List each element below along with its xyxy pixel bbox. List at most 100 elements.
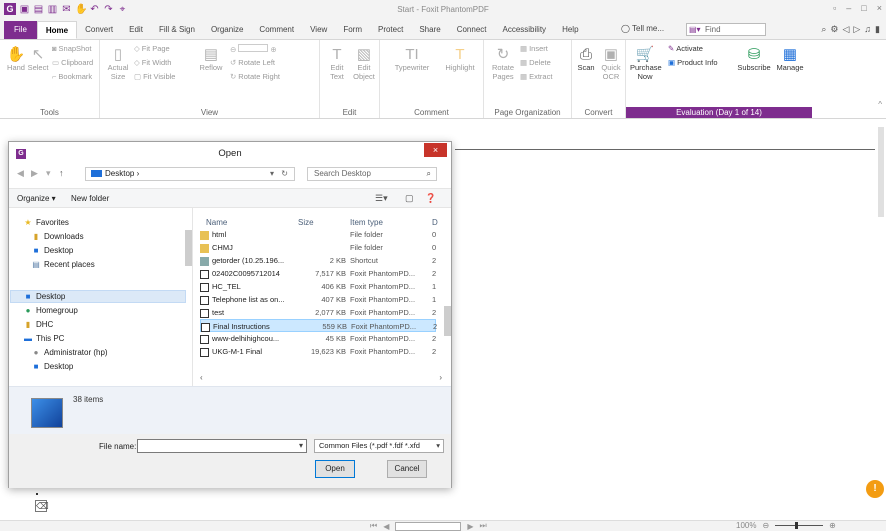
file-row[interactable]: html File folder 0	[200, 228, 436, 241]
nav-item-dhc[interactable]: ▮ DHC	[23, 320, 54, 329]
zoom-in-status-icon[interactable]: ⊕	[829, 521, 836, 530]
fit-visible-button[interactable]: ▢ Fit Visible	[134, 72, 175, 81]
file-row[interactable]: getorder (10.25.196... 2 KB Shortcut 2	[200, 254, 436, 267]
address-bar[interactable]: Desktop › ▾ ↻	[85, 167, 295, 181]
purchase-now-button[interactable]: 🛒 Purchase Now	[630, 46, 662, 81]
edit-text-button[interactable]: T Edit Text	[324, 46, 350, 81]
nav-item-homegroup[interactable]: ● Homegroup	[23, 306, 78, 315]
horizontal-scrollbar[interactable]: ‹ ›	[194, 373, 452, 383]
tab-comment[interactable]: Comment	[251, 21, 302, 39]
fit-width-button[interactable]: ◇ Fit Width	[134, 58, 171, 67]
page-number-input[interactable]	[395, 521, 462, 531]
organize-button[interactable]: Organize ▾	[17, 194, 56, 203]
trash-icon[interactable]: ⌫	[35, 500, 49, 512]
nav-item-desktop-fav[interactable]: ■ Desktop	[31, 246, 74, 255]
tab-home[interactable]: Home	[36, 21, 78, 39]
next-icon[interactable]: ▷	[853, 24, 860, 35]
bell-icon[interactable]: ♫	[864, 24, 871, 35]
file-name-input[interactable]: ▾	[137, 439, 307, 453]
quick-ocr-button[interactable]: ▣ Quick OCR	[598, 46, 624, 81]
nav-item-desktop[interactable]: ■ Desktop	[23, 292, 66, 301]
rotate-pages-button[interactable]: ↻ Rotate Pages	[488, 46, 518, 81]
last-page-icon[interactable]: ⏭	[480, 521, 487, 531]
prev-page-icon[interactable]: ◀	[383, 522, 389, 531]
search-icon[interactable]: ⌕	[821, 24, 826, 35]
search-desktop-input[interactable]: Search Desktop ⌕	[307, 167, 437, 181]
product-info-button[interactable]: ▣ Product Info	[668, 58, 718, 67]
file-row[interactable]: Telephone list as on... 407 KB Foxit Phant…	[200, 293, 436, 306]
scroll-left-icon[interactable]: ‹	[200, 373, 203, 382]
column-size[interactable]: Size	[298, 218, 314, 227]
reflow-button[interactable]: ▤ Reflow	[196, 46, 226, 72]
file-row[interactable]: test 2,077 KB Foxit PhantomPD... 2	[200, 306, 436, 319]
minimize-icon[interactable]: –	[846, 3, 851, 13]
file-row[interactable]: 02402C0095712014 7,517 KB Foxit PhantomPD.…	[200, 267, 436, 280]
select-button[interactable]: ↖ Select	[26, 46, 50, 72]
column-name[interactable]: Name	[206, 218, 227, 227]
file-type-dropdown-icon[interactable]: ▾	[436, 440, 440, 452]
prev-icon[interactable]: ◁	[842, 24, 849, 35]
collapse-ribbon-icon[interactable]: ^	[878, 100, 882, 109]
maximize-icon[interactable]: □	[861, 3, 866, 13]
file-row[interactable]: Final Instructions 559 KB Foxit PhantomPD.…	[200, 319, 437, 332]
tab-organize[interactable]: Organize	[203, 21, 251, 39]
file-row[interactable]: HC_TEL 406 KB Foxit PhantomPD... 1	[200, 280, 436, 293]
preview-pane-icon[interactable]: ▢	[405, 193, 414, 204]
refresh-icon[interactable]: ↻	[281, 168, 288, 180]
zoom-slider-knob[interactable]	[795, 522, 799, 529]
tab-connect[interactable]: Connect	[449, 21, 495, 39]
file-name-dropdown-icon[interactable]: ▾	[299, 441, 303, 450]
zoom-out-status-icon[interactable]: ⊖	[762, 521, 769, 530]
help-icon[interactable]: ❓	[425, 193, 436, 204]
tab-accessibility[interactable]: Accessibility	[494, 21, 554, 39]
recent-dropdown-icon[interactable]: ▾	[46, 168, 51, 179]
address-dropdown-icon[interactable]: ▾	[270, 168, 274, 180]
tab-fill-sign[interactable]: Fill & Sign	[151, 21, 203, 39]
close-icon[interactable]: ×	[877, 3, 882, 13]
document-scrollbar[interactable]	[876, 127, 886, 387]
tab-view[interactable]: View	[302, 21, 335, 39]
pin-icon[interactable]: ▮	[875, 24, 880, 35]
nav-scrollbar[interactable]	[185, 218, 192, 368]
nav-item-this-pc[interactable]: ▬ This PC	[23, 334, 64, 343]
scroll-right-icon[interactable]: ›	[439, 373, 442, 382]
typewriter-button[interactable]: TI Typewriter	[386, 46, 438, 72]
extract-button[interactable]: ▦ Extract	[520, 72, 552, 81]
fit-page-button[interactable]: ◇ Fit Page	[134, 44, 170, 53]
nav-item-desktop-pc[interactable]: ■ Desktop	[31, 362, 74, 371]
tab-protect[interactable]: Protect	[370, 21, 411, 39]
scroll-thumb[interactable]	[878, 127, 884, 217]
scan-button[interactable]: ⎙ Scan	[574, 46, 598, 72]
first-page-icon[interactable]: ⏮	[370, 521, 377, 531]
view-options-icon[interactable]: ☰▾	[375, 193, 388, 204]
file-scroll-thumb[interactable]	[444, 306, 451, 336]
new-folder-button[interactable]: New folder	[71, 194, 109, 203]
column-date[interactable]: D	[432, 218, 438, 227]
tab-help[interactable]: Help	[554, 21, 586, 39]
tab-file[interactable]: File	[4, 21, 37, 39]
find-input[interactable]: ▤▾ Find	[686, 23, 766, 36]
zoom-dropdown[interactable]: ⊖ ⊕	[230, 44, 279, 54]
nav-item-administrator[interactable]: ● Administrator (hp)	[31, 348, 108, 357]
rotate-left-button[interactable]: ↺ Rotate Left	[230, 58, 275, 67]
notification-icon[interactable]: !	[866, 480, 884, 498]
rotate-right-button[interactable]: ↻ Rotate Right	[230, 72, 280, 81]
activate-button[interactable]: ✎ Activate	[668, 44, 703, 53]
tab-share[interactable]: Share	[411, 21, 448, 39]
highlight-button[interactable]: T Highlight	[440, 46, 480, 72]
actual-size-button[interactable]: ▯ Actual Size	[106, 46, 130, 81]
dialog-close-button[interactable]: ×	[424, 143, 447, 157]
bookmark-button[interactable]: ⌐ Bookmark	[52, 72, 92, 81]
zoom-slider[interactable]	[775, 522, 824, 529]
up-icon[interactable]: ↑	[59, 168, 64, 178]
settings-icon[interactable]: ⚙	[830, 24, 838, 35]
ribbon-options-icon[interactable]: ▫	[833, 3, 836, 13]
tab-edit[interactable]: Edit	[121, 21, 151, 39]
column-type[interactable]: Item type	[350, 218, 383, 227]
tab-form[interactable]: Form	[335, 21, 370, 39]
nav-scroll-thumb[interactable]	[185, 230, 192, 266]
tab-convert[interactable]: Convert	[77, 21, 121, 39]
forward-icon[interactable]: ▶	[31, 168, 38, 179]
edit-object-button[interactable]: ▧ Edit Object	[350, 46, 378, 81]
subscribe-button[interactable]: ⛁ Subscribe	[736, 46, 772, 72]
